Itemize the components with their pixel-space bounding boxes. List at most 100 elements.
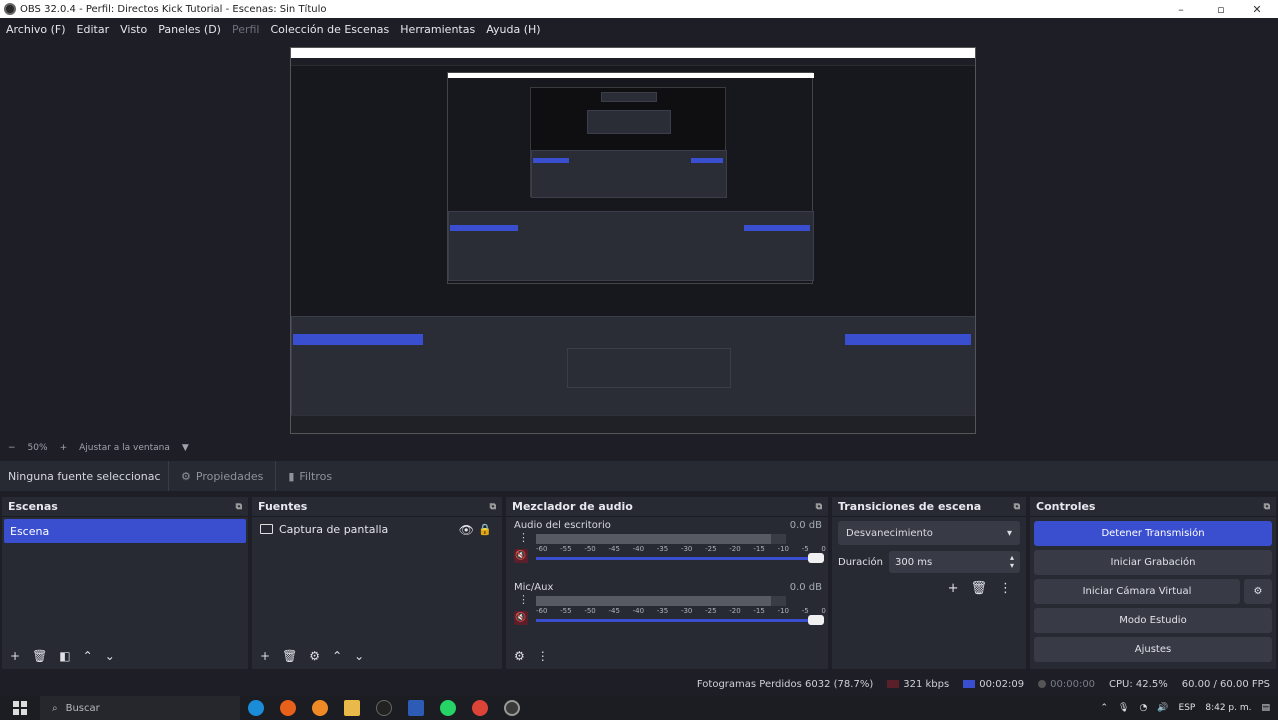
filters-button[interactable]: ▮ Filtros xyxy=(275,461,344,491)
minimize-button[interactable]: – xyxy=(1164,0,1198,18)
zoom-dropdown-arrow[interactable]: ▼ xyxy=(182,443,189,453)
preview-canvas[interactable] xyxy=(290,47,976,434)
menu-view[interactable]: Visto xyxy=(120,23,147,36)
mixer-toolbar: ⚙ ⋮ xyxy=(506,643,828,669)
studio-mode-button[interactable]: Modo Estudio xyxy=(1034,608,1272,633)
add-transition-icon[interactable]: + xyxy=(948,581,959,596)
undock-icon[interactable]: ⧉ xyxy=(1264,502,1270,512)
channel-name: Audio del escritorio xyxy=(514,520,611,531)
virtual-camera-settings-gear-icon[interactable]: ⚙ xyxy=(1244,579,1272,604)
spin-arrows-icon[interactable]: ▴ ▾ xyxy=(1010,554,1014,570)
language-indicator[interactable]: ESP xyxy=(1179,703,1196,713)
volume-fader[interactable] xyxy=(536,557,820,560)
properties-button[interactable]: ⚙ Propiedades xyxy=(168,461,275,491)
scene-item[interactable]: Escena xyxy=(4,519,246,543)
duration-spinbox[interactable]: 300 ms ▴ ▾ xyxy=(889,551,1020,573)
settings-button[interactable]: Ajustes xyxy=(1034,637,1272,662)
file-explorer-icon[interactable] xyxy=(344,700,360,716)
word-icon[interactable] xyxy=(408,700,424,716)
add-source-icon[interactable]: + xyxy=(260,649,270,663)
search-app-icon[interactable] xyxy=(312,700,328,716)
filters-icon[interactable]: ◧ xyxy=(59,649,70,663)
meter-level xyxy=(536,534,771,544)
menu-help[interactable]: Ayuda (H) xyxy=(486,23,540,36)
gear-icon[interactable]: ⚙ xyxy=(309,649,320,663)
taskbar-search[interactable]: ⌕ Buscar xyxy=(40,696,240,720)
transition-selected: Desvanecimiento xyxy=(846,527,933,539)
obs-taskbar-icon[interactable] xyxy=(504,700,520,716)
transitions-dock: Transiciones de escena ⧉ Desvanecimiento… xyxy=(832,497,1026,669)
start-recording-button[interactable]: Iniciar Grabación xyxy=(1034,550,1272,575)
meter-tick-label: -35 xyxy=(656,607,669,615)
maximize-button[interactable]: ▫ xyxy=(1204,0,1238,18)
wifi-icon[interactable]: ◔ xyxy=(1139,703,1147,713)
move-down-icon[interactable]: ⌄ xyxy=(105,649,115,663)
edge-icon[interactable] xyxy=(248,700,264,716)
fit-to-window-label[interactable]: Ajustar a la ventana xyxy=(79,443,170,453)
menu-profile[interactable]: Perfil xyxy=(232,23,260,36)
close-button[interactable]: ✕ xyxy=(1240,0,1274,18)
kebab-menu-icon[interactable]: ⋮ xyxy=(518,593,529,606)
clock[interactable]: 8:42 p. m. xyxy=(1205,703,1251,713)
transition-tools: + 🗑 ⋮ xyxy=(832,581,1012,596)
transition-select[interactable]: Desvanecimiento ▾ xyxy=(838,521,1020,545)
chrome-icon[interactable] xyxy=(472,700,488,716)
menu-docks[interactable]: Paneles (D) xyxy=(158,23,221,36)
meter-tick-label: -55 xyxy=(560,607,572,615)
undock-icon[interactable]: ⧉ xyxy=(490,502,496,512)
volume-icon[interactable]: 🔊 xyxy=(1157,703,1168,713)
preview-area[interactable] xyxy=(0,40,1278,440)
move-up-icon[interactable]: ⌃ xyxy=(332,649,342,663)
kebab-menu-icon[interactable]: ⋮ xyxy=(999,581,1012,596)
undock-icon[interactable]: ⧉ xyxy=(236,502,242,512)
menu-file[interactable]: Archivo (F) xyxy=(6,23,66,36)
menu-edit[interactable]: Editar xyxy=(77,23,110,36)
trash-icon[interactable]: 🗑 xyxy=(282,649,297,663)
menu-tools[interactable]: Herramientas xyxy=(400,23,475,36)
microphone-icon[interactable]: 🎙 xyxy=(1118,703,1129,713)
firefox-icon[interactable] xyxy=(280,700,296,716)
undock-icon[interactable]: ⧉ xyxy=(816,502,822,512)
preview-nested-menubar xyxy=(291,58,975,66)
whatsapp-icon[interactable] xyxy=(440,700,456,716)
stream-time-indicator: 00:02:09 xyxy=(963,679,1024,690)
chevron-up-icon[interactable]: ⌃ xyxy=(1100,703,1108,713)
kebab-menu-icon[interactable]: ⋮ xyxy=(537,649,549,663)
sources-title: Fuentes xyxy=(258,500,308,513)
rec-time-indicator: 00:00:00 xyxy=(1038,679,1095,690)
add-scene-icon[interactable]: + xyxy=(10,649,20,663)
zoom-in-button[interactable]: + xyxy=(60,443,68,453)
mute-icon[interactable]: 🔇 xyxy=(514,549,528,563)
undock-icon[interactable]: ⧉ xyxy=(1014,502,1020,512)
tiktok-icon[interactable] xyxy=(376,700,392,716)
trash-icon[interactable]: 🗑 xyxy=(970,581,987,596)
notifications-icon[interactable]: ▤ xyxy=(1261,703,1270,713)
mute-icon[interactable]: 🔇 xyxy=(514,611,528,625)
scenes-toolbar: + 🗑 ◧ ⌃ ⌄ xyxy=(2,643,248,669)
advanced-audio-icon[interactable]: ⚙ xyxy=(514,649,525,663)
zoom-level: 50% xyxy=(27,443,48,453)
volume-fader[interactable] xyxy=(536,619,820,622)
windows-start-icon[interactable] xyxy=(0,701,40,715)
fader-handle[interactable] xyxy=(808,615,824,625)
source-item[interactable]: Captura de pantalla 👁 🔒 xyxy=(252,517,502,541)
move-down-icon[interactable]: ⌄ xyxy=(354,649,364,663)
zoom-out-button[interactable]: − xyxy=(8,443,16,453)
eye-icon[interactable]: 👁 xyxy=(459,523,474,537)
start-virtual-camera-button[interactable]: Iniciar Cámara Virtual xyxy=(1034,579,1240,604)
meter-tick-label: -30 xyxy=(680,607,693,615)
meter-tick-label: -20 xyxy=(729,545,741,553)
volume-meter xyxy=(536,534,786,544)
stop-streaming-button[interactable]: Detener Transmisión xyxy=(1034,521,1272,546)
mixer-channel-mic: Mic/Aux 0.0 dB ⋮ -60 -55 -50 -45 -40 -35 -30 -2… xyxy=(506,579,828,641)
bitrate-indicator: 321 kbps xyxy=(887,679,949,690)
kebab-menu-icon[interactable]: ⋮ xyxy=(518,531,529,544)
trash-icon[interactable]: 🗑 xyxy=(32,649,47,663)
stream-icon xyxy=(963,679,976,688)
meter-tick-label: -60 xyxy=(536,545,548,553)
fader-handle[interactable] xyxy=(808,553,824,563)
move-up-icon[interactable]: ⌃ xyxy=(83,649,93,663)
menu-scene-collection[interactable]: Colección de Escenas xyxy=(271,23,390,36)
lock-icon[interactable]: 🔒 xyxy=(478,523,492,536)
monitor-icon xyxy=(260,524,273,534)
